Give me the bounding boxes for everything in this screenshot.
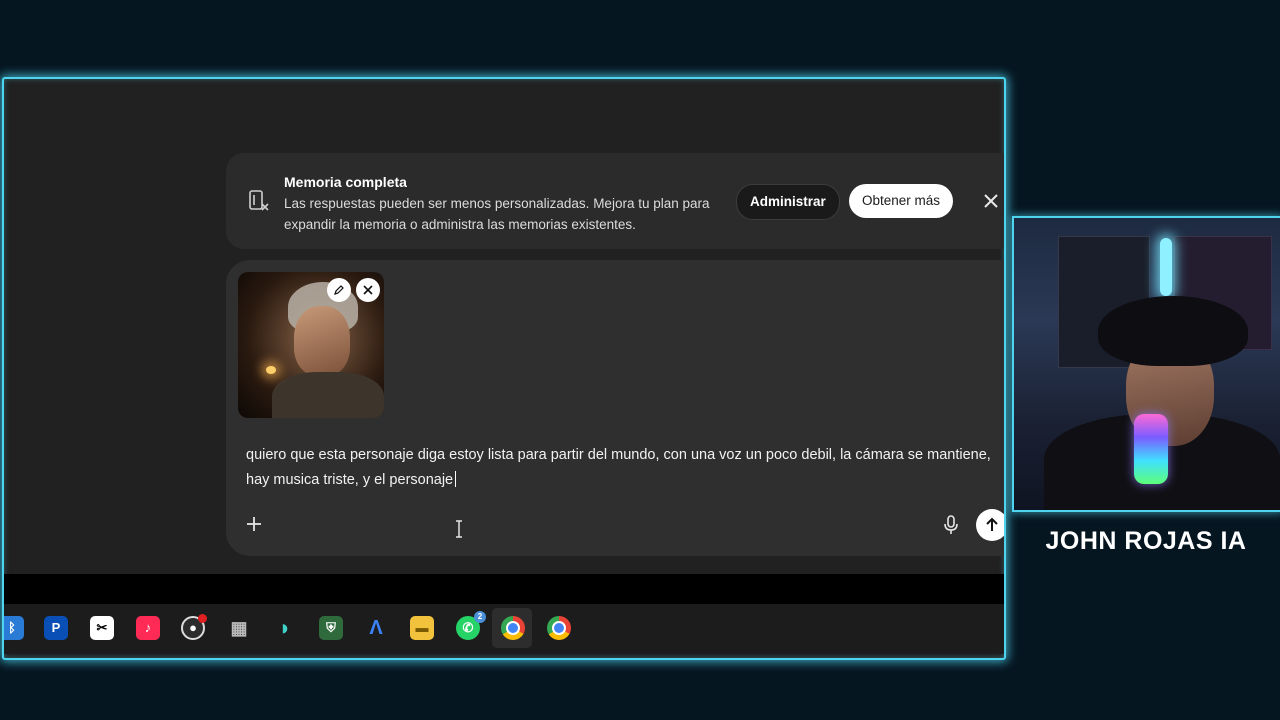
remove-image-button[interactable] — [356, 278, 380, 302]
neon-light — [1160, 238, 1172, 296]
edge-dev-icon[interactable]: ◗ — [273, 616, 297, 640]
prompt-text: quiero que esta personaje diga estoy lis… — [246, 447, 991, 488]
screen-capture: Memoria completa Las respuestas pueden s… — [2, 77, 1006, 660]
text-cursor-icon — [456, 520, 462, 538]
portrait-candle-light — [266, 366, 276, 374]
manage-button[interactable]: Administrar — [736, 184, 840, 220]
rgb-microphone — [1134, 414, 1168, 484]
playstation-icon[interactable]: P — [44, 616, 68, 640]
webcam-feed — [1012, 216, 1280, 512]
taskbar: ᛒ P ✂ ♪ ● ▦ ◗ ⛨ Λ ▬ ✆ 2 — [4, 604, 1004, 654]
portrait-face — [294, 306, 350, 376]
whatsapp-badge: 2 — [474, 611, 486, 623]
apps-grid-icon[interactable]: ▦ — [227, 616, 251, 640]
prompt-composer: quiero que esta personaje diga estoy lis… — [226, 260, 1004, 556]
bluetooth-icon[interactable]: ᛒ — [4, 616, 24, 640]
screen-gap — [4, 574, 1004, 604]
arc-icon[interactable]: Λ — [364, 616, 388, 640]
close-icon[interactable] — [982, 192, 1000, 210]
text-caret — [455, 471, 457, 487]
tiktok-icon[interactable]: ♪ — [136, 616, 160, 640]
edit-image-button[interactable] — [327, 278, 351, 302]
memory-full-banner: Memoria completa Las respuestas pueden s… — [226, 153, 1004, 249]
pencil-icon — [334, 285, 344, 295]
plus-icon[interactable] — [244, 514, 264, 534]
shield-game-icon[interactable]: ⛨ — [319, 616, 343, 640]
capcut-icon[interactable]: ✂ — [90, 616, 114, 640]
arrow-up-icon — [986, 517, 998, 531]
prompt-input[interactable]: quiero que esta personaje diga estoy lis… — [246, 443, 1004, 493]
chrome-icon[interactable] — [501, 616, 525, 640]
chrome-profile-icon[interactable] — [547, 616, 571, 640]
get-more-button[interactable]: Obtener más — [849, 184, 954, 218]
close-icon — [363, 285, 373, 295]
attached-image[interactable] — [238, 272, 384, 418]
streamer-hat — [1098, 296, 1248, 366]
portrait-coat — [272, 372, 384, 418]
send-button[interactable] — [976, 509, 1004, 541]
obs-icon[interactable]: ● — [181, 614, 207, 640]
banner-title: Memoria completa — [284, 174, 407, 190]
streamer-name: JOHN ROJAS IA — [1045, 527, 1247, 555]
banner-description: Las respuestas pueden ser menos personal… — [284, 196, 710, 232]
file-explorer-icon[interactable]: ▬ — [410, 616, 434, 640]
microphone-icon[interactable] — [942, 515, 960, 535]
whatsapp-icon[interactable]: ✆ 2 — [456, 611, 486, 640]
memory-icon — [249, 190, 269, 211]
